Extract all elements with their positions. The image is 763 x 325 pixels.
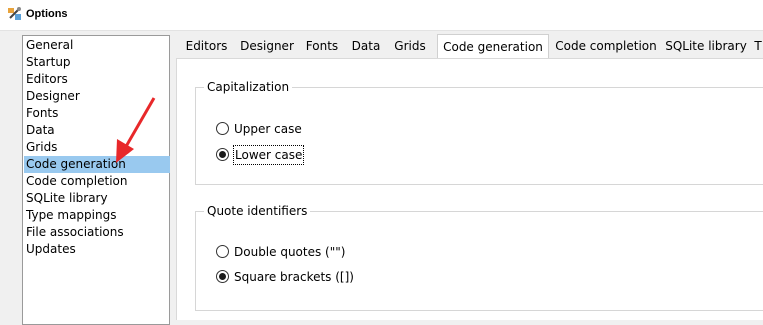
tab-truncated[interactable]: T bbox=[753, 35, 763, 57]
double-quotes-label[interactable]: Double quotes ("") bbox=[234, 243, 345, 261]
sidebar-item-startup[interactable]: Startup bbox=[24, 54, 170, 71]
lower-case-radio-circle[interactable] bbox=[216, 148, 229, 161]
tab-content-panel: Capitalization Upper case Lower case Quo… bbox=[176, 58, 763, 320]
app-icon bbox=[8, 7, 21, 20]
title-bar: Options bbox=[0, 0, 763, 31]
capitalization-group: Capitalization Upper case Lower case bbox=[195, 79, 763, 185]
window-title: Options bbox=[26, 8, 68, 20]
lower-case-label[interactable]: Lower case bbox=[232, 145, 305, 165]
sidebar-item-editors[interactable]: Editors bbox=[24, 71, 170, 88]
tab-strip: Editors Designer Fonts Data Grids Code g… bbox=[176, 34, 763, 58]
tab-editors[interactable]: Editors bbox=[178, 35, 235, 57]
capitalization-legend: Capitalization bbox=[204, 79, 293, 95]
tab-sqlite-library[interactable]: SQLite library bbox=[663, 35, 749, 57]
square-brackets-radio-circle[interactable] bbox=[216, 270, 229, 283]
tab-designer[interactable]: Designer bbox=[235, 35, 299, 57]
sidebar-item-fonts[interactable]: Fonts bbox=[24, 105, 170, 122]
double-quotes-radio-circle[interactable] bbox=[216, 245, 229, 258]
quote-identifiers-legend: Quote identifiers bbox=[204, 203, 311, 219]
tab-grids[interactable]: Grids bbox=[387, 35, 433, 57]
sidebar-item-general[interactable]: General bbox=[24, 37, 170, 54]
quote-identifiers-group: Quote identifiers Double quotes ("") Squ… bbox=[195, 203, 763, 311]
sidebar-item-designer[interactable]: Designer bbox=[24, 88, 170, 105]
sidebar-item-sqlite-library[interactable]: SQLite library bbox=[24, 190, 170, 207]
sidebar-item-updates[interactable]: Updates bbox=[24, 241, 170, 258]
tab-code-completion[interactable]: Code completion bbox=[551, 35, 661, 57]
sidebar-item-code-generation[interactable]: Code generation bbox=[24, 156, 170, 173]
sidebar-item-code-completion[interactable]: Code completion bbox=[24, 173, 170, 190]
upper-case-radio-circle[interactable] bbox=[216, 122, 229, 135]
square-brackets-label[interactable]: Square brackets ([]) bbox=[234, 268, 354, 286]
tab-data[interactable]: Data bbox=[345, 35, 387, 57]
upper-case-label[interactable]: Upper case bbox=[234, 120, 302, 138]
tab-fonts[interactable]: Fonts bbox=[299, 35, 345, 57]
sidebar-item-file-associations[interactable]: File associations bbox=[24, 224, 170, 241]
sidebar-item-type-mappings[interactable]: Type mappings bbox=[24, 207, 170, 224]
tab-code-generation[interactable]: Code generation bbox=[437, 34, 549, 58]
sidebar-item-grids[interactable]: Grids bbox=[24, 139, 170, 156]
category-list[interactable]: General Startup Editors Designer Fonts D… bbox=[22, 35, 170, 325]
sidebar-item-data[interactable]: Data bbox=[24, 122, 170, 139]
